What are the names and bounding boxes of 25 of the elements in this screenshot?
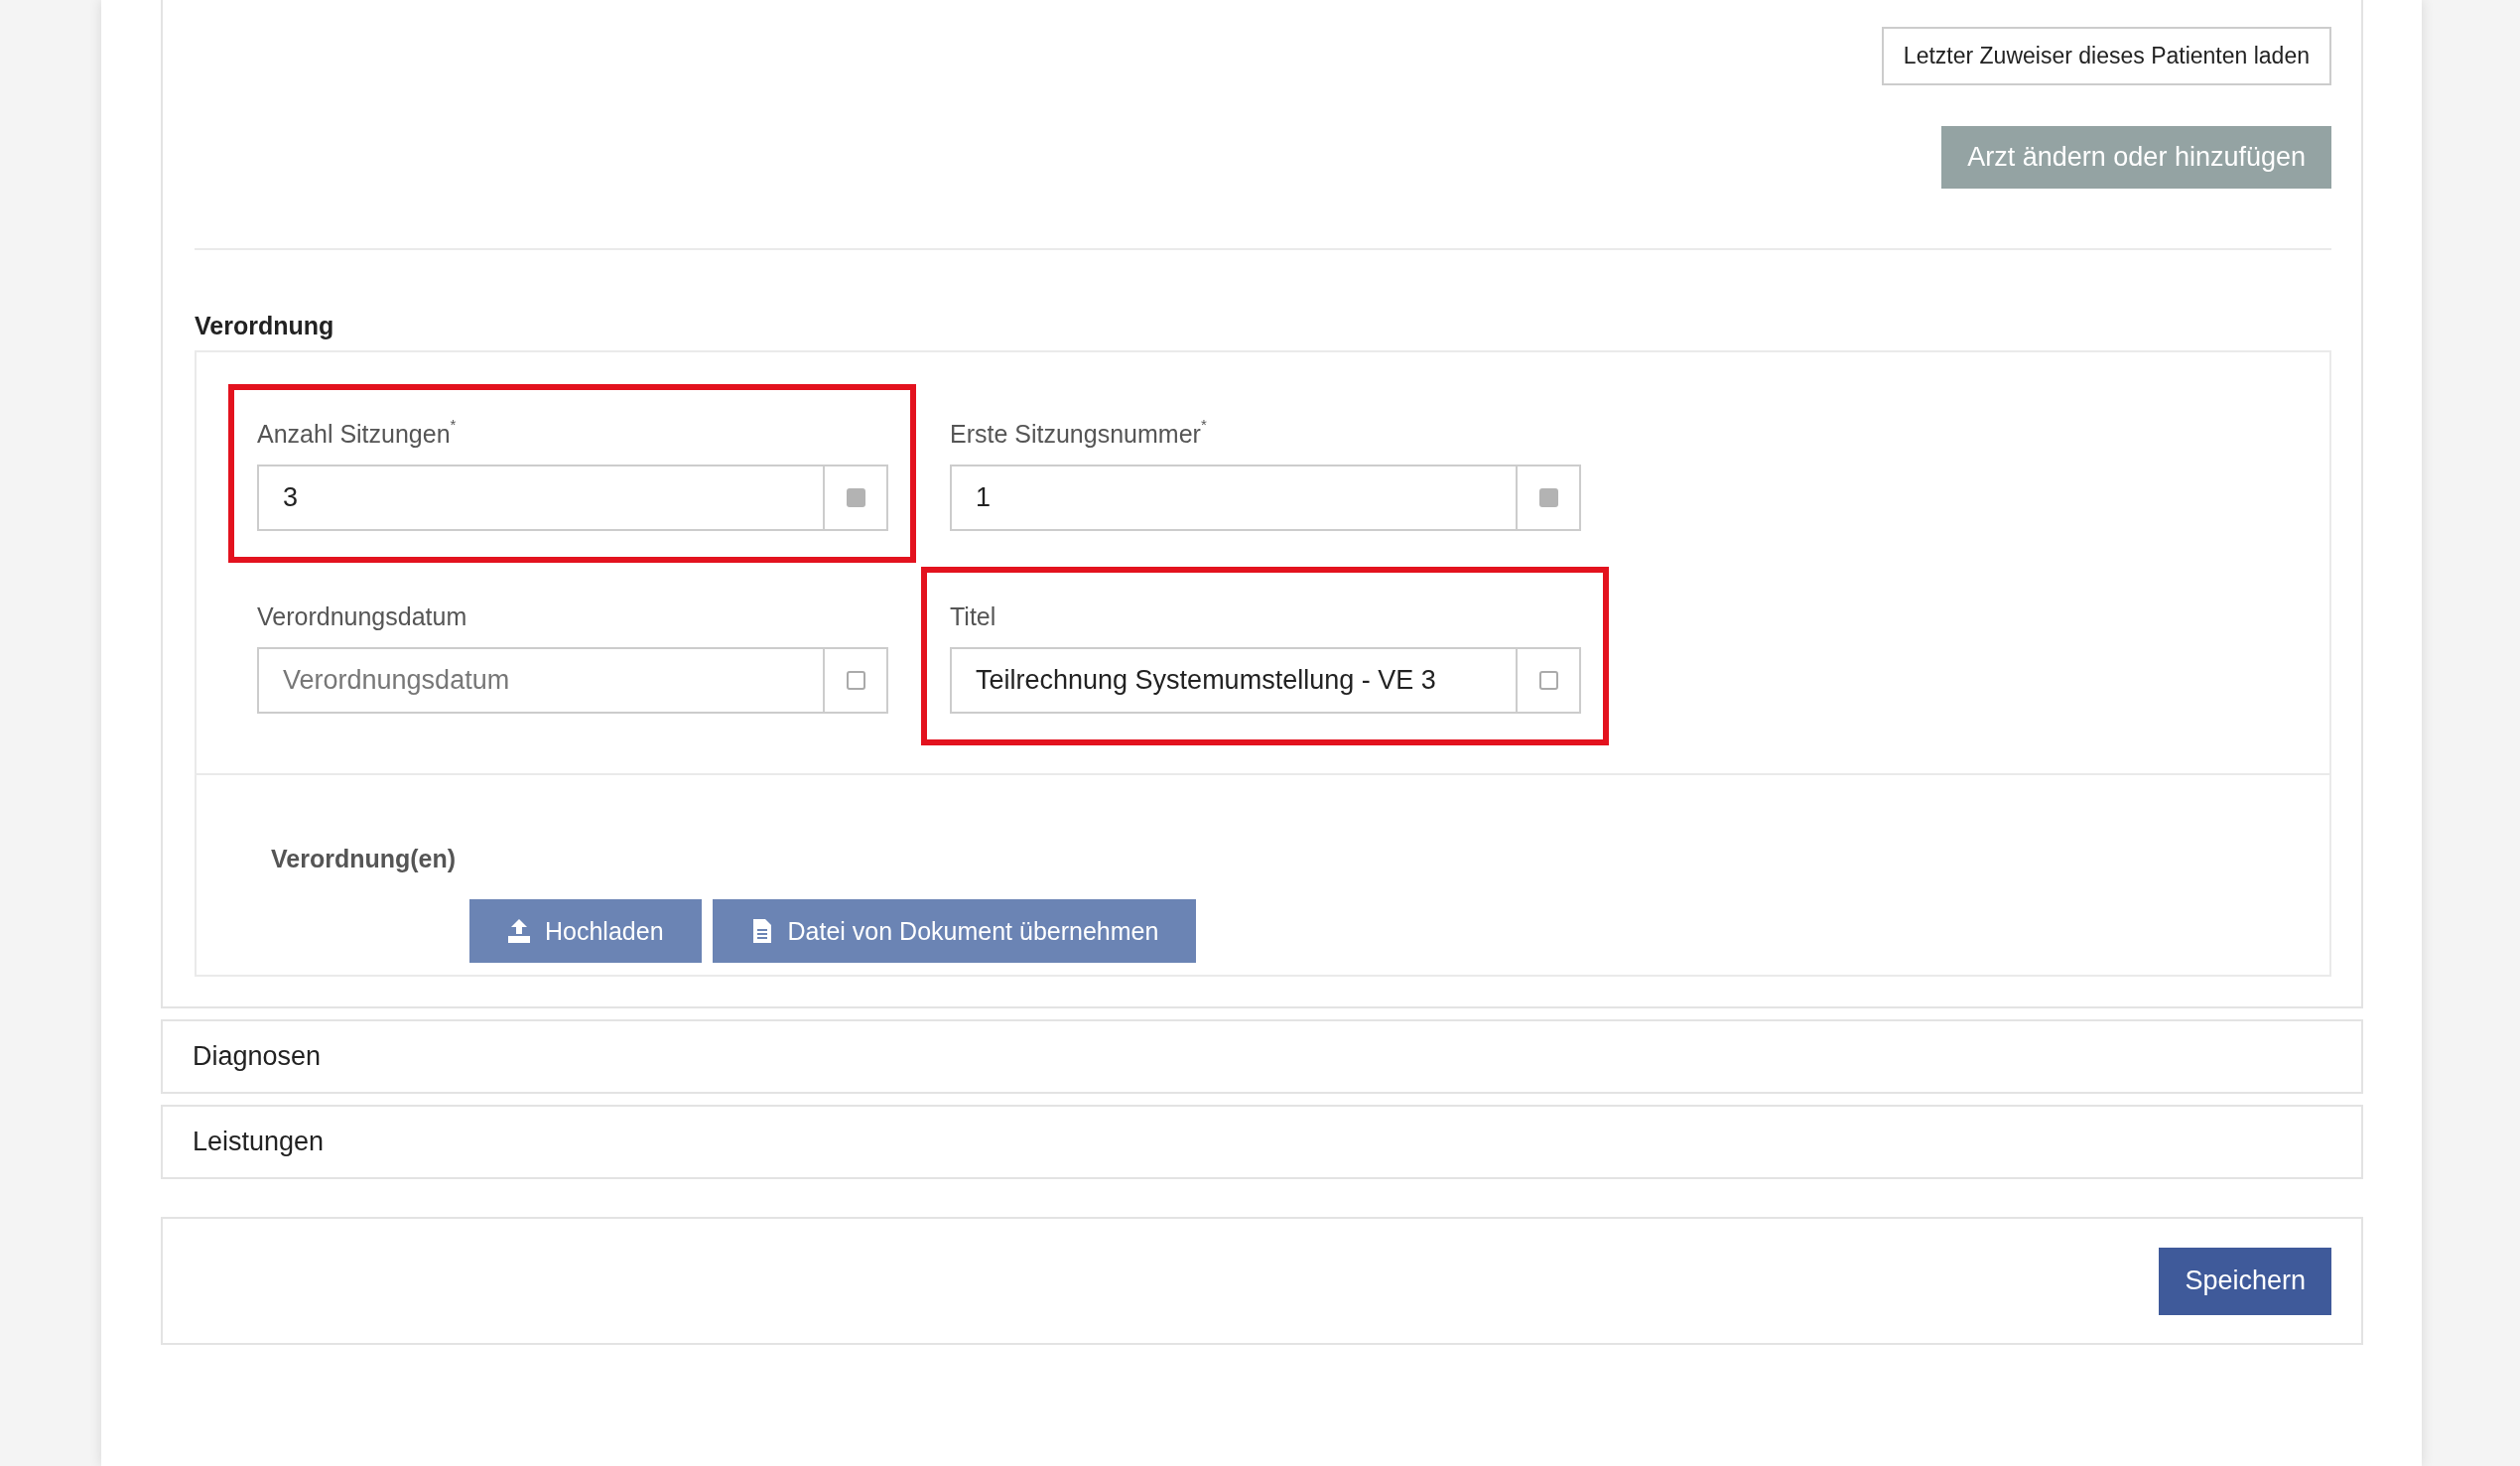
checkbox[interactable] (1538, 671, 1558, 690)
checkbox-addon[interactable] (1516, 465, 1581, 531)
field-label: Anzahl Sitzungen$^{*}$ (257, 420, 457, 449)
load-referrer-button[interactable]: Letzter Zuweiser dieses Patienten laden (1881, 27, 2331, 85)
checkbox[interactable] (846, 488, 865, 507)
save-button[interactable]: Speichern (2159, 1247, 2331, 1315)
checkbox[interactable] (1538, 488, 1558, 507)
collapsible-panel[interactable]: Diagnosen (161, 1019, 2363, 1094)
field-label: Erste Sitzungsnummer$^{*}$ (950, 420, 1207, 449)
field-label: Verordnungsdatum (257, 602, 467, 631)
input-field[interactable]: 1 (950, 465, 1516, 531)
field-label: Titel (950, 602, 996, 631)
checkbox-addon[interactable] (823, 647, 888, 714)
upload-button[interactable]: Hochladen (469, 899, 702, 963)
document-button[interactable]: Datei von Dokument übernehmen (712, 899, 1197, 963)
upload-label: Verordnung(en) (271, 845, 458, 873)
section-title: Verordnung (195, 312, 335, 340)
input-field[interactable]: 3 (257, 465, 823, 531)
checkbox-addon[interactable] (1516, 647, 1581, 714)
input-field[interactable]: Verordnungsdatum (257, 647, 823, 714)
input-field[interactable]: Teilrechnung Systemumstellung - VE 3 (950, 647, 1516, 714)
checkbox[interactable] (846, 671, 865, 690)
checkbox-addon[interactable] (823, 465, 888, 531)
upload-icon (507, 918, 531, 944)
collapsible-panel[interactable]: Leistungen (161, 1105, 2363, 1179)
